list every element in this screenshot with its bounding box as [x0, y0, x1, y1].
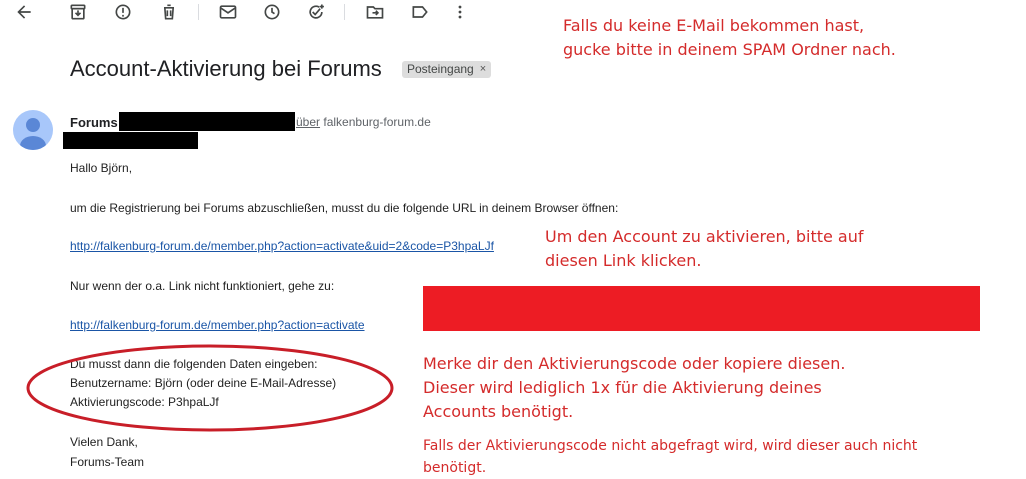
highlight-ellipse [26, 344, 394, 432]
annotation-line: benötigt. [423, 460, 487, 476]
body-paragraph: um die Registrierung bei Forums abzuschl… [70, 201, 619, 215]
mark-unread-icon[interactable] [214, 0, 242, 24]
sender-via: über falkenburg-forum.de [296, 115, 431, 129]
annotation-link: Um den Account zu aktivieren, bitte auf … [545, 225, 864, 273]
toolbar-divider [344, 4, 345, 20]
remove-label-icon[interactable]: × [480, 61, 486, 78]
report-spam-icon[interactable] [109, 0, 137, 24]
label-badge-text: Posteingang [407, 62, 474, 76]
redaction-bar [119, 112, 295, 131]
signature: Forums-Team [70, 455, 145, 469]
annotation-line: Dieser wird lediglich 1x für die Aktivie… [423, 378, 822, 397]
annotation-spam: Falls du keine E-Mail bekommen hast, guc… [563, 14, 896, 62]
label-badge[interactable]: Posteingang × [402, 61, 492, 78]
via-domain: falkenburg-forum.de [323, 115, 431, 129]
annotation-line: diesen Link klicken. [545, 251, 702, 270]
via-word[interactable]: über [296, 115, 320, 129]
annotation-note: Falls der Aktivierungscode nicht abgefra… [423, 435, 917, 479]
more-options-icon[interactable] [446, 0, 474, 24]
redaction-bar [63, 132, 198, 149]
body-paragraph: Nur wenn der o.a. Link nicht funktionier… [70, 279, 335, 293]
greeting: Hallo Björn, [70, 161, 133, 175]
toolbar-divider [198, 4, 199, 20]
annotation-code: Merke dir den Aktivierungscode oder kopi… [423, 352, 845, 424]
back-arrow-icon[interactable] [10, 0, 38, 24]
avatar[interactable] [13, 110, 53, 150]
move-to-icon[interactable] [361, 0, 389, 24]
annotation-line: Um den Account zu aktivieren, bitte auf [545, 227, 864, 246]
annotation-line: Merke dir den Aktivierungscode oder kopi… [423, 354, 846, 373]
add-task-icon[interactable] [302, 0, 330, 24]
archive-icon[interactable] [64, 0, 92, 24]
email-subject: Account-Aktivierung bei Forums [70, 56, 382, 81]
activation-page-link[interactable]: http://falkenburg-forum.de/member.php?ac… [70, 318, 365, 332]
delete-icon[interactable] [155, 0, 183, 24]
activation-link[interactable]: http://falkenburg-forum.de/member.php?ac… [70, 239, 494, 253]
label-icon[interactable] [406, 0, 434, 24]
snooze-icon[interactable] [258, 0, 286, 24]
sender-name: Forums [70, 115, 118, 130]
annotation-line: Accounts benötigt. [423, 402, 574, 421]
annotation-line: Falls der Aktivierungscode nicht abgefra… [423, 438, 918, 454]
annotation-line: gucke bitte in deinem SPAM Ordner nach. [563, 40, 896, 59]
annotation-line: Falls du keine E-Mail bekommen hast, [563, 16, 865, 35]
redaction-block [423, 286, 980, 331]
